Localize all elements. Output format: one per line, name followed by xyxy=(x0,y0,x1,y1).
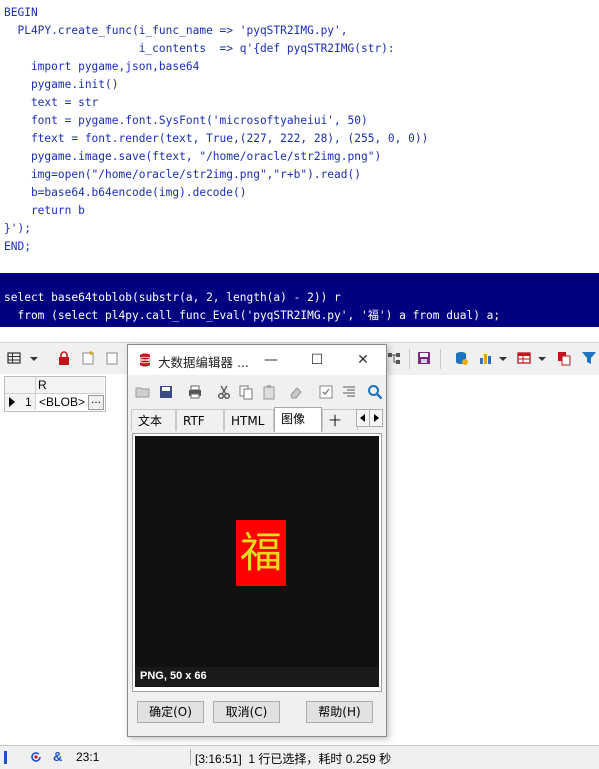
dialog-tab-strip: 文本 RTF HTML 图像 十六 xyxy=(131,407,383,432)
cut-icon[interactable] xyxy=(216,384,232,400)
code-line: text = str xyxy=(4,96,99,109)
selected-code-line: from (select pl4py.call_func_Eval('pyqST… xyxy=(4,309,501,322)
code-line: b=base64.b64encode(img).decode() xyxy=(4,186,247,199)
ampersand-icon[interactable]: & xyxy=(53,749,62,764)
sql-editor[interactable]: BEGIN PL4PY.create_func(i_func_name => '… xyxy=(0,0,599,342)
code-line: img=open("/home/oracle/str2img.png","r+b… xyxy=(4,168,361,181)
code-line: PL4PY.create_func(i_func_name => 'pyqSTR… xyxy=(4,24,348,37)
code-line: import pygame,json,base64 xyxy=(4,60,200,73)
code-line: ftext = font.render(text, True,(227, 222… xyxy=(4,132,429,145)
code-line: pygame.init() xyxy=(4,78,119,91)
column-header[interactable]: R xyxy=(36,377,104,394)
lock-icon[interactable] xyxy=(56,350,72,366)
status-indicator xyxy=(4,751,7,764)
copy-icon[interactable] xyxy=(238,384,254,400)
tab-scroll-right-button[interactable] xyxy=(369,409,383,427)
eraser-icon[interactable] xyxy=(288,384,304,400)
save-icon[interactable] xyxy=(158,384,174,400)
image-view-pane: 福 PNG, 50 x 66 xyxy=(132,433,382,692)
tree-icon[interactable] xyxy=(386,350,402,366)
code-line: font = pygame.font.SysFont('microsoftyah… xyxy=(4,114,368,127)
chevron-left-icon xyxy=(360,414,365,422)
autocommit-icon[interactable] xyxy=(29,750,43,764)
save-icon[interactable] xyxy=(416,350,432,366)
table-icon[interactable] xyxy=(516,350,532,366)
image-canvas: 福 xyxy=(135,436,379,667)
cursor-position: 23:1 xyxy=(76,750,100,764)
print-icon[interactable] xyxy=(187,384,203,400)
tab-scroll-left-button[interactable] xyxy=(356,409,370,427)
minimize-button[interactable]: — xyxy=(248,345,294,375)
code-line: }'); xyxy=(4,222,31,235)
blob-cell[interactable]: <BLOB> xyxy=(36,394,88,410)
maximize-button[interactable]: ☐ xyxy=(294,345,340,375)
column-header-label: R xyxy=(38,378,47,392)
code-line: i_contents => q'{def pyqSTR2IMG(str): xyxy=(4,42,395,55)
export-icon[interactable] xyxy=(556,350,572,366)
status-message: [3:16:51] 1 行已选择，耗时 0.259 秒 xyxy=(195,752,392,766)
status-bar: & 23:1 [3:16:51] 1 行已选择，耗时 0.259 秒 xyxy=(0,745,599,769)
chart-icon[interactable] xyxy=(478,350,494,366)
open-folder-icon[interactable] xyxy=(135,384,151,400)
help-button[interactable]: 帮助(H) xyxy=(306,701,373,723)
fu-character: 福 xyxy=(239,528,282,577)
close-button[interactable]: ✕ xyxy=(340,345,386,375)
search-icon[interactable] xyxy=(367,384,383,400)
selected-sql-block: select base64toblob(substr(a, 2, length(… xyxy=(0,273,599,327)
chevron-right-icon xyxy=(374,414,379,422)
dialog-title: 大数据编辑器 ... xyxy=(158,355,249,370)
toolbar-divider xyxy=(440,349,441,369)
toolbar-divider xyxy=(409,349,410,369)
chevron-down-icon[interactable] xyxy=(30,357,38,361)
record-icon[interactable] xyxy=(104,350,120,366)
current-row-arrow-icon xyxy=(9,397,15,407)
code-line: return b xyxy=(4,204,85,217)
row-number: 1 xyxy=(25,395,32,409)
row-header[interactable]: 1 xyxy=(5,394,36,410)
dialog-toolbar xyxy=(128,377,386,407)
tab-rtf[interactable]: RTF xyxy=(176,409,224,431)
add-record-icon[interactable] xyxy=(80,350,96,366)
open-editor-button[interactable]: … xyxy=(88,395,104,410)
chevron-down-icon[interactable] xyxy=(538,357,546,361)
align-icon[interactable] xyxy=(341,384,357,400)
code-line: END; xyxy=(4,240,31,253)
grid-corner xyxy=(5,377,36,394)
database-icon[interactable] xyxy=(453,350,469,366)
dialog-title-bar[interactable]: 大数据编辑器 ... — ☐ ✕ xyxy=(128,345,386,375)
selected-code-line: select base64toblob(substr(a, 2, length(… xyxy=(4,291,341,304)
rendered-fu-image: 福 xyxy=(236,520,286,586)
image-info-bar: PNG, 50 x 66 xyxy=(135,667,379,687)
ok-button[interactable]: 确定(O) xyxy=(137,701,204,723)
tab-html[interactable]: HTML xyxy=(224,409,274,431)
tab-image[interactable]: 图像 xyxy=(274,407,322,432)
code-line: BEGIN xyxy=(4,6,38,19)
database-icon xyxy=(139,353,151,367)
tab-text[interactable]: 文本 xyxy=(131,409,176,431)
result-grid: R 1 <BLOB> … xyxy=(0,374,127,744)
grid-view-icon[interactable] xyxy=(6,350,22,366)
chevron-down-icon[interactable] xyxy=(499,357,507,361)
image-info-text: PNG, 50 x 66 xyxy=(140,670,207,682)
code-line: pygame.image.save(ftext, "/home/oracle/s… xyxy=(4,150,382,163)
paste-icon[interactable] xyxy=(261,384,277,400)
cancel-button[interactable]: 取消(C) xyxy=(213,701,280,723)
big-data-editor-dialog: 大数据编辑器 ... — ☐ ✕ 文本 RTF HTML 图像 十 福 PNG,… xyxy=(127,344,387,737)
format-icon[interactable] xyxy=(318,384,334,400)
tab-hex[interactable]: 十六 xyxy=(322,409,358,431)
status-separator xyxy=(190,749,191,765)
filter-icon[interactable] xyxy=(581,350,597,366)
blob-cell-value: <BLOB> xyxy=(39,395,86,409)
